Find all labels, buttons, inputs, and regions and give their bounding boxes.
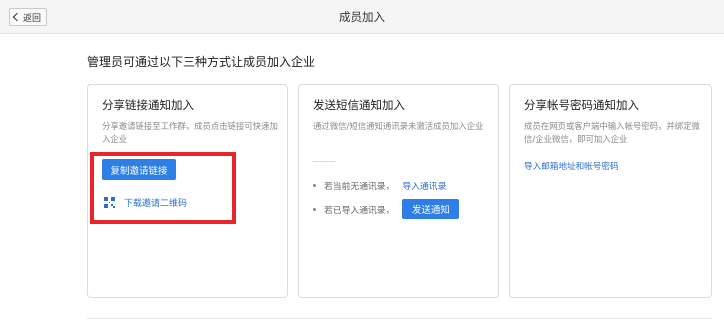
import-email-password-link[interactable]: 导入邮箱地址和帐号密码 bbox=[524, 160, 619, 172]
card-description: 分享邀请链接至工作群，成员点击链接可快速加入企业 bbox=[102, 121, 278, 144]
bullet-icon bbox=[313, 207, 316, 211]
card-title: 发送短信通知加入 bbox=[313, 98, 405, 112]
account-password-card: 分享帐号密码通知加入 成员在网页或客户端中输入帐号密码，并绑定微信/企业微信，即… bbox=[509, 84, 712, 298]
send-notification-row: 若已导入通讯录， 发送通知 bbox=[313, 199, 460, 219]
row-text: 若已导入通讯录， bbox=[324, 205, 395, 216]
divider bbox=[87, 318, 712, 319]
card-description: 成员在网页或客户端中输入帐号密码，并绑定微信/企业微信，即可加入企业 bbox=[524, 121, 700, 144]
divider bbox=[313, 161, 335, 162]
import-contacts-row: 若当前无通讯录， 导入通讯录 bbox=[313, 179, 446, 192]
section-heading: 管理员可通过以下三种方式让成员加入企业 bbox=[87, 55, 316, 69]
row-text: 若当前无通讯录， bbox=[324, 182, 395, 192]
card-title: 分享帐号密码通知加入 bbox=[524, 98, 639, 112]
import-contacts-link[interactable]: 导入通讯录 bbox=[402, 179, 446, 192]
highlight-box bbox=[90, 152, 236, 224]
send-notification-button[interactable]: 发送通知 bbox=[402, 199, 460, 219]
bullet-icon bbox=[313, 184, 316, 187]
card-description: 通过微信/短信通知通讯录未激活成员加入企业 bbox=[313, 121, 484, 131]
top-bar: 返回 成员加入 bbox=[0, 0, 724, 34]
page-title: 成员加入 bbox=[339, 10, 385, 24]
card-title: 分享链接通知加入 bbox=[102, 98, 194, 112]
sms-notify-card: 发送短信通知加入 通过微信/短信通知通讯录未激活成员加入企业 若当前无通讯录， … bbox=[298, 84, 499, 298]
